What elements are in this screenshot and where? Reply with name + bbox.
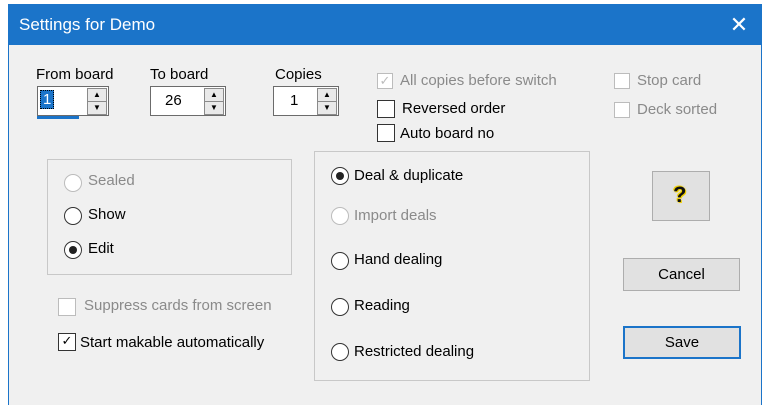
help-button[interactable]: ? (652, 171, 710, 221)
sealed-radio[interactable] (64, 174, 82, 192)
all-copies-label: All copies before switch (400, 72, 557, 89)
edit-radio[interactable] (64, 241, 82, 259)
view-mode-group (47, 159, 292, 275)
deal-duplicate-label: Deal & duplicate (354, 167, 464, 184)
from-board-value[interactable]: 1 (40, 90, 55, 109)
restricted-dealing-label: Restricted dealing (354, 343, 475, 360)
to-board-value[interactable]: 26 (165, 92, 182, 109)
hand-dealing-label: Hand dealing (354, 251, 443, 268)
to-board-down-icon[interactable]: ▼ (204, 101, 224, 115)
import-deals-radio[interactable] (331, 207, 349, 225)
start-makable-label: Start makable automatically (80, 334, 265, 351)
save-button[interactable]: Save (623, 326, 741, 359)
suppress-cards-checkbox[interactable] (58, 298, 76, 316)
deal-duplicate-radio[interactable] (331, 167, 349, 185)
reversed-order-label: Reversed order (402, 100, 506, 117)
reading-radio[interactable] (331, 298, 349, 316)
auto-board-no-checkbox[interactable] (377, 124, 395, 142)
title-bar: Settings for Demo ✕ (9, 5, 761, 45)
sealed-label: Sealed (88, 172, 135, 189)
suppress-cards-label: Suppress cards from screen (84, 297, 272, 314)
window-title: Settings for Demo (19, 15, 156, 34)
deck-sorted-checkbox[interactable] (614, 102, 630, 118)
question-icon: ? (673, 182, 687, 207)
copies-spinner[interactable]: 1 ▲ ▼ (273, 86, 339, 116)
copies-up-icon[interactable]: ▲ (317, 88, 337, 102)
show-radio[interactable] (64, 207, 82, 225)
from-board-label: From board (36, 66, 114, 83)
from-board-up-icon[interactable]: ▲ (87, 88, 107, 102)
focus-indicator (37, 116, 79, 119)
deck-sorted-label: Deck sorted (637, 101, 718, 118)
to-board-label: To board (150, 66, 209, 83)
restricted-dealing-radio[interactable] (331, 343, 349, 361)
stop-card-label: Stop card (637, 72, 702, 89)
from-board-down-icon[interactable]: ▼ (87, 101, 107, 115)
start-makable-checkbox[interactable]: ✓ (58, 333, 76, 351)
edit-label: Edit (88, 240, 114, 257)
copies-down-icon[interactable]: ▼ (317, 101, 337, 115)
copies-value[interactable]: 1 (290, 92, 298, 109)
all-copies-checkbox[interactable]: ✓ (377, 73, 393, 89)
edit-radio-dot (69, 246, 77, 254)
from-board-spinner[interactable]: 1 ▲ ▼ (37, 86, 109, 116)
close-icon[interactable]: ✕ (721, 7, 757, 43)
auto-board-no-label: Auto board no (400, 125, 495, 142)
cancel-button[interactable]: Cancel (623, 258, 740, 291)
reversed-order-checkbox[interactable] (377, 100, 395, 118)
deal-duplicate-radio-dot (336, 172, 344, 180)
reading-label: Reading (354, 297, 410, 314)
to-board-spinner[interactable]: 26 ▲ ▼ (150, 86, 226, 116)
show-label: Show (88, 206, 126, 223)
copies-label: Copies (275, 66, 322, 83)
hand-dealing-radio[interactable] (331, 252, 349, 270)
stop-card-checkbox[interactable] (614, 73, 630, 89)
to-board-up-icon[interactable]: ▲ (204, 88, 224, 102)
import-deals-label: Import deals (354, 207, 437, 224)
